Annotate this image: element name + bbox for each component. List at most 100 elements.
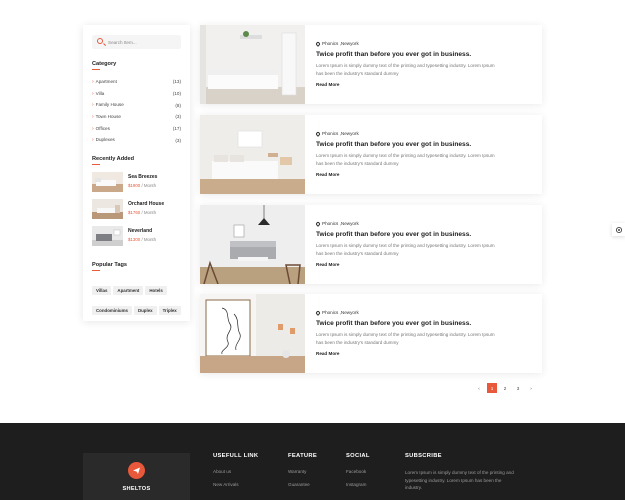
search-box[interactable] — [92, 35, 181, 49]
category-item[interactable]: Offices (17) — [92, 123, 181, 135]
recent-title-text: Sea Breezes — [128, 174, 158, 180]
recent-title-text: Neverland — [128, 228, 153, 234]
category-count: (8) — [175, 102, 181, 108]
footer-col-title: SUBSCRIBE — [405, 453, 442, 459]
pagination: ‹ 1 2 3 › — [474, 383, 536, 393]
tag[interactable]: Triplex — [158, 306, 181, 315]
listing-body: Phonics ,Newyork Twice profit than befor… — [315, 130, 526, 177]
footer-col-title: USEFULL LINK — [213, 453, 259, 459]
title-underline — [92, 164, 100, 165]
listing-title[interactable]: Twice profit than before you ever got in… — [316, 320, 526, 327]
footer-link[interactable]: Warranty — [288, 469, 317, 474]
listing-location: Phonics ,Newyork — [315, 220, 526, 227]
category-name: Duplexes — [92, 137, 115, 143]
listing-title[interactable]: Twice profit than before you ever got in… — [316, 51, 526, 58]
listing-image[interactable] — [200, 25, 305, 104]
price-value: $1300 — [128, 237, 141, 242]
tag[interactable]: Duplex — [133, 306, 157, 315]
category-count: (13) — [172, 79, 181, 85]
listing-card: Phonics ,Newyork Twice profit than befor… — [200, 294, 542, 373]
listing-image[interactable] — [200, 294, 305, 373]
listing-body: Phonics ,Newyork Twice profit than befor… — [315, 40, 526, 87]
location-pin-icon — [315, 130, 321, 137]
pagination-page[interactable]: 1 — [487, 383, 497, 393]
pagination-page[interactable]: 2 — [500, 383, 510, 393]
read-more-link[interactable]: Read More — [316, 82, 526, 87]
price-value: $1760 — [128, 210, 141, 215]
recent-item[interactable]: Neverland $1300 / Month — [92, 226, 184, 247]
recent-price: $1300 / Month — [128, 237, 156, 242]
footer-link[interactable]: Facebook — [346, 469, 370, 474]
listing-description: Lorem Ipsum is simply dummy text of the … — [316, 243, 495, 256]
category-name: Family House — [92, 102, 124, 108]
listing-image[interactable] — [200, 115, 305, 194]
tag[interactable]: Apartment — [113, 286, 144, 295]
category-item[interactable]: Town House (3) — [92, 111, 181, 123]
footer-col-subscribe: SUBSCRIBE Lorem Ipsum is simply dummy te… — [405, 453, 515, 492]
location-text: Phonics ,Newyork — [322, 221, 359, 226]
title-underline — [92, 69, 100, 70]
recent-item[interactable]: Orchard House $1760 / Month — [92, 199, 184, 220]
price-value: $1900 — [128, 183, 141, 188]
listing-image[interactable] — [200, 205, 305, 284]
pagination-next[interactable]: › — [526, 383, 536, 393]
gear-icon — [615, 221, 623, 239]
listing-card: Phonics ,Newyork Twice profit than befor… — [200, 205, 542, 284]
category-item[interactable]: Apartment (13) — [92, 76, 181, 88]
subscribe-text: Lorem Ipsum is simply dummy text of the … — [405, 470, 514, 491]
footer-brand-name: SHELTOS — [122, 486, 151, 492]
search-icon — [97, 38, 103, 44]
footer-link[interactable]: About us — [213, 469, 258, 474]
tags-title: Popular Tags — [92, 262, 128, 268]
category-item[interactable]: Duplexes (3) — [92, 134, 181, 146]
footer-brand: SHELTOS — [83, 453, 190, 500]
recent-item[interactable]: Sea Breezes $1900 / Month — [92, 172, 184, 193]
listing-location: Phonics ,Newyork — [315, 309, 526, 316]
location-pin-icon — [315, 220, 321, 227]
category-title: Category — [92, 61, 117, 67]
footer: SHELTOS USEFULL LINK About us New Arriva… — [0, 423, 625, 500]
footer-col-title: FEATURE — [288, 453, 318, 459]
pagination-page[interactable]: 3 — [513, 383, 523, 393]
read-more-link[interactable]: Read More — [316, 351, 526, 356]
listing-card: Phonics ,Newyork Twice profit than befor… — [200, 25, 542, 104]
tag[interactable]: Hotels — [145, 286, 167, 295]
listing-body: Phonics ,Newyork Twice profit than befor… — [315, 220, 526, 267]
tag[interactable]: Villas — [92, 286, 112, 295]
recent-title-text: Orchard House — [128, 201, 165, 207]
listing-card: Phonics ,Newyork Twice profit than befor… — [200, 115, 542, 194]
category-count: (17) — [172, 126, 181, 132]
listing-location: Phonics ,Newyork — [315, 130, 526, 137]
listing-title[interactable]: Twice profit than before you ever got in… — [316, 231, 526, 238]
location-pin-icon — [315, 309, 321, 316]
listing-body: Phonics ,Newyork Twice profit than befor… — [315, 309, 526, 356]
read-more-link[interactable]: Read More — [316, 172, 526, 177]
category-item[interactable]: Family House (8) — [92, 99, 181, 111]
category-item[interactable]: Villa (10) — [92, 88, 181, 100]
footer-col-feature: FEATURE Warranty Guarantee — [288, 453, 317, 494]
search-input[interactable] — [108, 35, 178, 49]
listing-description: Lorem Ipsum is simply dummy text of the … — [316, 63, 495, 76]
category-name: Town House — [92, 114, 121, 120]
sidebar: Category Apartment (13) Villa (10) Family … — [83, 25, 190, 321]
pagination-prev[interactable]: ‹ — [474, 383, 484, 393]
price-period: / Month — [140, 237, 157, 242]
recent-price: $1900 / Month — [128, 183, 156, 188]
footer-link[interactable]: Instagram — [346, 482, 370, 487]
footer-link[interactable]: Guarantee — [288, 482, 317, 487]
category-list: Apartment(13) Villa(10) Family House(8) … — [92, 76, 181, 146]
read-more-link[interactable]: Read More — [316, 262, 526, 267]
title-underline — [92, 270, 100, 271]
listing-title[interactable]: Twice profit than before you ever got in… — [316, 141, 526, 148]
recent-thumbnail — [92, 199, 123, 219]
category-count: (3) — [175, 137, 181, 143]
footer-link[interactable]: New Arrivals — [213, 482, 258, 487]
settings-tab[interactable] — [612, 223, 625, 236]
recent-thumbnail — [92, 172, 123, 192]
tag[interactable]: Condominiums — [92, 306, 132, 315]
location-text: Phonics ,Newyork — [322, 131, 359, 136]
category-count: (10) — [172, 91, 181, 97]
location-pin-icon — [315, 40, 321, 47]
recent-price: $1760 / Month — [128, 210, 156, 215]
location-text: Phonics ,Newyork — [322, 310, 359, 315]
